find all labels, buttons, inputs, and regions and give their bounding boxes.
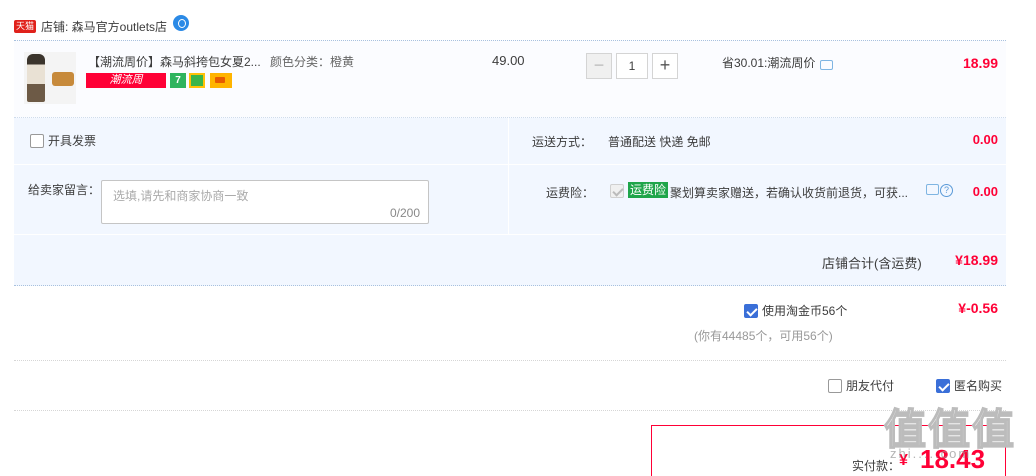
store-total-value: ¥18.99 xyxy=(955,252,998,268)
insurance-icons: ? xyxy=(926,184,953,197)
divider xyxy=(508,118,509,234)
credit-card-icon xyxy=(210,73,232,88)
divider xyxy=(14,360,1006,361)
bag-image xyxy=(52,72,74,86)
friend-pay-checkbox[interactable] xyxy=(828,378,842,393)
qty-input[interactable]: 1 xyxy=(616,53,648,79)
taobao-coin-option[interactable]: 使用淘金币56个 xyxy=(744,302,847,319)
invoice-option[interactable]: 开具发票 xyxy=(30,132,96,149)
anonymous-buy-option[interactable]: 匿名购买 xyxy=(936,377,1002,394)
qty-plus-button[interactable]: + xyxy=(652,53,678,79)
wangwang-chat-icon[interactable] xyxy=(173,15,190,31)
order-services: 开具发票 运送方式： 普通配送 快递 免邮 0.00 给卖家留言： 选填,请先和… xyxy=(14,118,1006,286)
seller-message-label: 给卖家留言： xyxy=(28,183,101,197)
guarantee-icon xyxy=(189,73,205,88)
taobao-coin-label: 使用淘金币56个 xyxy=(762,304,848,318)
shipping-insurance-checkbox xyxy=(610,184,624,198)
taobao-coin-deduction: ¥-0.56 xyxy=(958,300,998,316)
order-item-row: 【潮流周价】森马斜挎包女夏2... 颜色分类：橙黄 潮流周 7 49.00 − … xyxy=(14,40,1006,118)
unit-price: 49.00 xyxy=(492,53,525,68)
store-name[interactable]: 店铺: 森马官方outlets店 xyxy=(41,18,167,35)
quantity-stepper: − 1 + xyxy=(586,53,678,79)
discount-info: 省30.01:潮流周价 xyxy=(722,54,834,71)
shipping-insurance-text: 聚划算卖家赠送，若确认收货前退货，可获... xyxy=(670,186,909,200)
seller-message-placeholder: 选填,请先和商家协商一致 xyxy=(113,189,249,203)
help-icon[interactable]: ? xyxy=(940,184,953,197)
model-figure xyxy=(27,54,45,102)
friend-pay-option[interactable]: 朋友代付 xyxy=(828,377,894,394)
chat-bubble-icon[interactable] xyxy=(926,184,939,195)
seven-day-return-icon: 7 xyxy=(170,73,186,88)
discount-label: 省30.01:潮流周价 xyxy=(722,56,816,70)
divider xyxy=(14,164,1006,165)
shipping-method-label: 运送方式： xyxy=(532,135,593,149)
anonymous-buy-label: 匿名购买 xyxy=(954,379,1003,393)
store-total-label: 店铺合计(含运费) xyxy=(822,256,922,271)
taobao-coin-note: (你有44485个，可用56个) xyxy=(694,329,833,343)
shipping-fee: 0.00 xyxy=(972,132,998,147)
product-attribute: 颜色分类：橙黄 xyxy=(270,55,355,69)
invoice-checkbox[interactable] xyxy=(30,133,44,148)
friend-pay-label: 朋友代付 xyxy=(846,379,895,393)
divider xyxy=(14,410,1006,411)
shipping-insurance-badge: 运费险 xyxy=(628,182,669,198)
item-total: 18.99 xyxy=(962,55,998,71)
product-thumbnail[interactable] xyxy=(24,52,76,104)
anonymous-buy-checkbox[interactable] xyxy=(936,378,950,393)
invoice-label: 开具发票 xyxy=(48,134,97,148)
shipping-method-value: 普通配送 快递 免邮 xyxy=(608,135,711,149)
qty-minus-button[interactable]: − xyxy=(586,53,612,79)
chat-bubble-icon[interactable] xyxy=(820,60,834,70)
promo-tag: 潮流周 xyxy=(86,73,166,88)
shipping-insurance-fee: 0.00 xyxy=(972,184,998,199)
store-header: 天猫 店铺: 森马官方outlets店 xyxy=(14,14,190,38)
product-title[interactable]: 【潮流周价】森马斜挎包女夏2... xyxy=(88,53,261,70)
tmall-badge: 天猫 xyxy=(14,19,37,33)
seller-message-input[interactable]: 选填,请先和商家协商一致 0/200 xyxy=(101,180,429,224)
seller-message-count: 0/200 xyxy=(389,206,420,220)
divider xyxy=(14,234,1006,235)
shipping-insurance-label: 运费险： xyxy=(546,186,595,200)
watermark-url: zhi.....com xyxy=(890,446,972,461)
taobao-coin-checkbox[interactable] xyxy=(744,303,758,318)
